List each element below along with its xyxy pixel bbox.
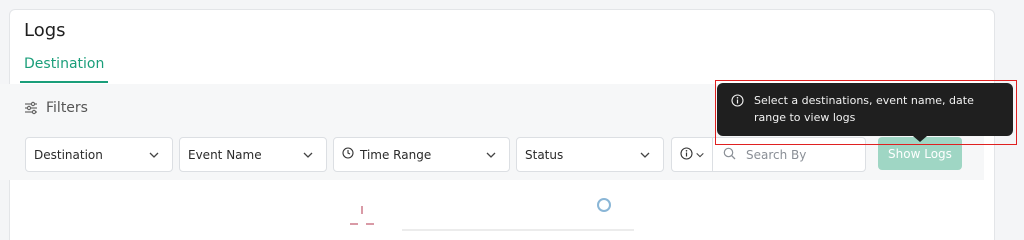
time-range-select[interactable]: Time Range	[333, 137, 510, 172]
search-icon	[723, 145, 736, 164]
chevron-down-icon	[485, 149, 497, 161]
status-select[interactable]: Status	[516, 137, 664, 172]
destination-select-value: Destination	[34, 147, 103, 162]
tooltip: Select a destinations, event name, date …	[717, 83, 1013, 136]
sliders-icon	[24, 101, 38, 115]
filters-header: Filters	[24, 100, 88, 116]
search-box	[712, 137, 866, 172]
chevron-down-icon	[695, 145, 705, 164]
search-input[interactable]	[746, 147, 856, 162]
chevron-down-icon	[639, 149, 651, 161]
info-icon	[680, 145, 693, 164]
status-select-value: Status	[525, 147, 564, 162]
tab-destination[interactable]: Destination	[24, 56, 104, 72]
destination-select[interactable]: Destination	[25, 137, 173, 172]
tab-active-indicator	[20, 81, 108, 83]
event-name-select[interactable]: Event Name	[179, 137, 327, 172]
time-range-select-value: Time Range	[360, 147, 432, 162]
tooltip-text: Select a destinations, event name, date …	[754, 94, 974, 124]
illustration-mark	[350, 206, 374, 235]
page-title: Logs	[24, 20, 66, 41]
chevron-down-icon	[148, 149, 160, 161]
info-icon	[731, 94, 744, 112]
search-field-type-dropdown[interactable]	[671, 137, 713, 172]
illustration-ring	[597, 198, 611, 212]
tooltip-arrow	[913, 136, 927, 142]
illustration-line	[402, 229, 634, 231]
chevron-down-icon	[302, 149, 314, 161]
clock-icon	[342, 147, 354, 162]
filters-label: Filters	[46, 100, 88, 116]
event-name-select-value: Event Name	[188, 147, 262, 162]
